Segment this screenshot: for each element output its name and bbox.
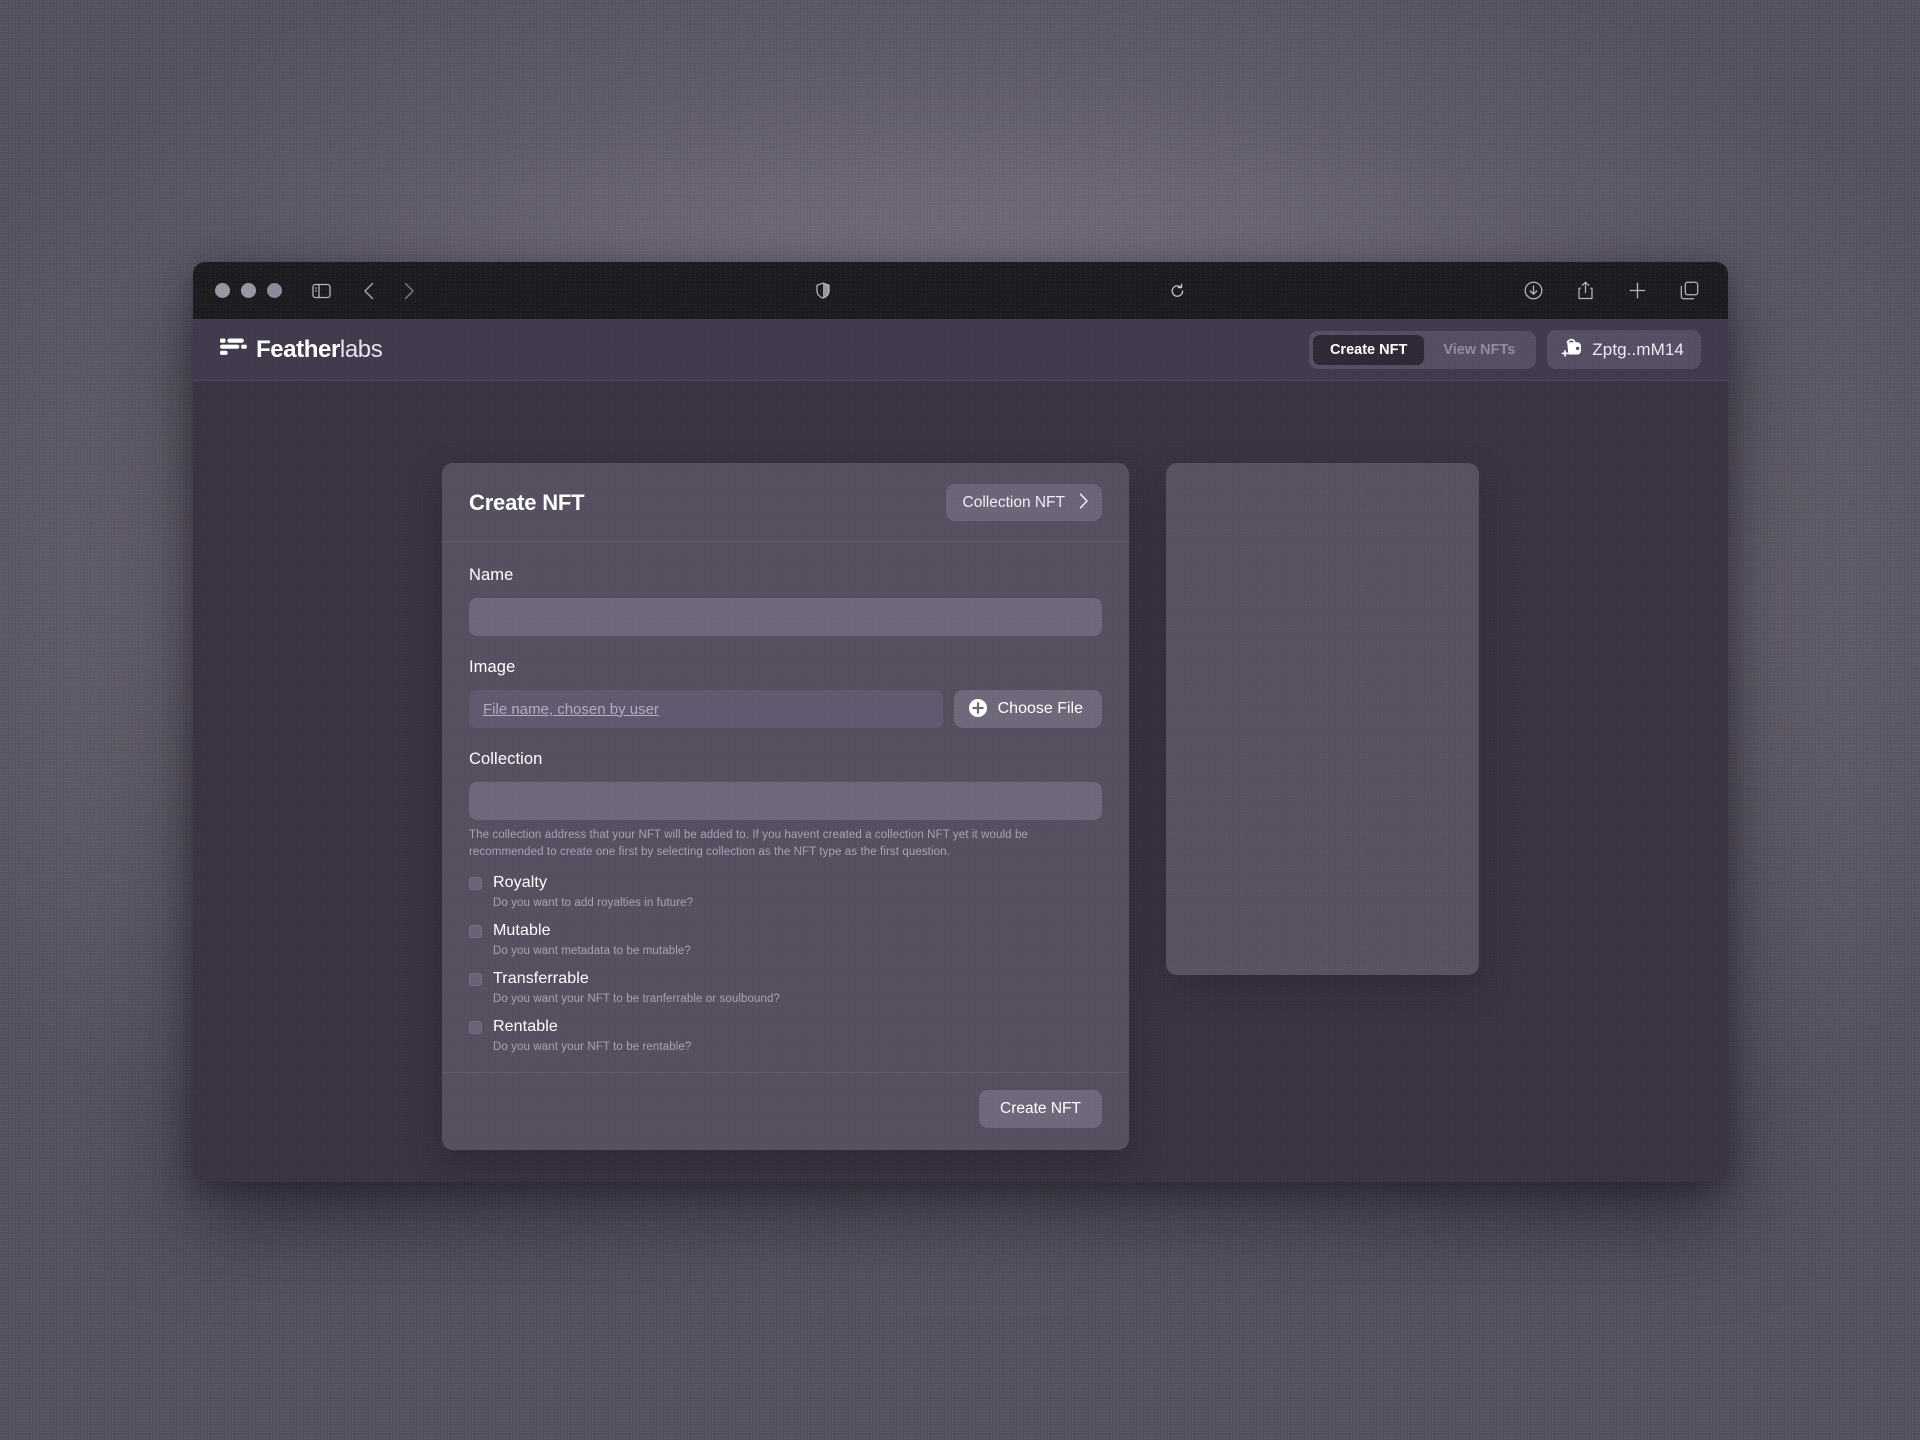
royalty-checkbox[interactable] [469,876,482,890]
create-nft-submit-button[interactable]: Create NFT [979,1090,1102,1129]
brand-name: Featherlabs [256,335,383,364]
option-transferrable: Transferrable Do you want your NFT to be… [469,970,1102,1005]
browser-actions [1516,274,1706,308]
image-row: Choose File [469,690,1102,728]
transferrable-checkbox[interactable] [469,972,482,986]
royalty-help-text: Do you want to add royalties in future? [493,897,694,910]
browser-window: Featherlabs Create NFT View NFTs Zptg..m… [193,262,1728,1182]
sidebar-icon[interactable] [304,274,338,308]
royalty-label: Royalty [493,874,548,892]
option-header: Rentable [469,1018,1102,1036]
mutable-label: Mutable [493,922,551,940]
transferrable-label: Transferrable [493,970,589,988]
options-list: Royalty Do you want to add royalties in … [469,874,1102,1053]
file-name-input[interactable] [469,690,943,728]
download-icon[interactable] [1516,274,1550,308]
plus-circle-icon [968,698,988,721]
shield-icon[interactable] [816,282,830,299]
field-name: Name [469,566,1102,636]
tab-view-nfts[interactable]: View NFTs [1426,335,1532,365]
transferrable-help-text: Do you want your NFT to be tranferrable … [493,993,780,1006]
collection-help-text: The collection address that your NFT wil… [469,829,1028,858]
plus-icon[interactable] [1620,274,1654,308]
nft-type-label: Collection NFT [962,493,1066,511]
forward-button[interactable] [392,274,426,308]
page-title: Create NFT [469,489,585,515]
maximize-window-button[interactable] [267,283,282,298]
nav-segmented-control: Create NFT View NFTs [1308,330,1537,369]
field-image: Image C [469,658,1102,728]
mutable-checkbox[interactable] [469,924,482,938]
option-header: Mutable [469,922,1102,940]
close-window-button[interactable] [215,283,230,298]
site-header: Featherlabs Create NFT View NFTs Zptg..m… [193,319,1728,381]
create-nft-card: Create NFT Collection NFT Name Image Fil… [442,463,1129,1151]
wallet-button[interactable]: Zptg..mM14 [1547,330,1701,369]
mutable-help-text: Do you want metadata to be mutable? [493,945,691,958]
name-label: Name [469,566,514,584]
tabs-icon[interactable] [1672,274,1706,308]
option-royalty: Royalty Do you want to add royalties in … [469,874,1102,909]
rentable-label: Rentable [493,1018,558,1036]
rentable-help-text: Do you want your NFT to be rentable? [493,1041,692,1054]
image-label: Image [469,658,516,676]
nft-preview-panel [1166,463,1479,975]
option-header: Royalty [469,874,1102,892]
back-button[interactable] [352,274,386,308]
reload-icon[interactable] [1170,283,1185,299]
wallet-add-icon [1561,338,1583,361]
card-body: Name Image File name, chosen by user Cho… [442,542,1129,1072]
field-collection: Collection The collection address that y… [469,750,1102,860]
nft-type-select[interactable]: Collection NFT [945,484,1102,521]
collection-label: Collection [469,750,543,768]
card-footer: Create NFT [442,1072,1129,1150]
browser-toolbar [193,262,1728,319]
minimize-window-button[interactable] [241,283,256,298]
option-rentable: Rentable Do you want your NFT to be rent… [469,1018,1102,1053]
brand-name-light: labs [339,335,383,363]
address-bar[interactable] [426,274,1510,308]
main-content: Create NFT Collection NFT Name Image Fil… [193,381,1728,1151]
brand-logo[interactable]: Featherlabs [220,335,383,364]
choose-file-label: Choose File [997,700,1083,717]
brand-name-bold: Feather [256,335,340,363]
share-icon[interactable] [1568,274,1602,308]
name-input[interactable] [469,598,1102,636]
rentable-checkbox[interactable] [469,1020,482,1034]
chevron-right-icon [1079,493,1089,512]
option-header: Transferrable [469,970,1102,988]
page-viewport: Featherlabs Create NFT View NFTs Zptg..m… [193,319,1728,1182]
option-mutable: Mutable Do you want metadata to be mutab… [469,922,1102,957]
choose-file-button[interactable]: Choose File [953,690,1102,728]
featherlabs-mark-icon [220,337,247,362]
desktop-background: Featherlabs Create NFT View NFTs Zptg..m… [0,0,1920,1440]
window-controls [215,283,282,298]
tab-create-nft[interactable]: Create NFT [1312,334,1425,365]
wallet-address-label: Zptg..mM14 [1592,339,1684,359]
card-header: Create NFT Collection NFT [442,463,1129,542]
navigation-arrows [352,274,426,308]
collection-input[interactable] [469,782,1102,820]
header-actions: Create NFT View NFTs Zptg..mM14 [1308,330,1701,369]
